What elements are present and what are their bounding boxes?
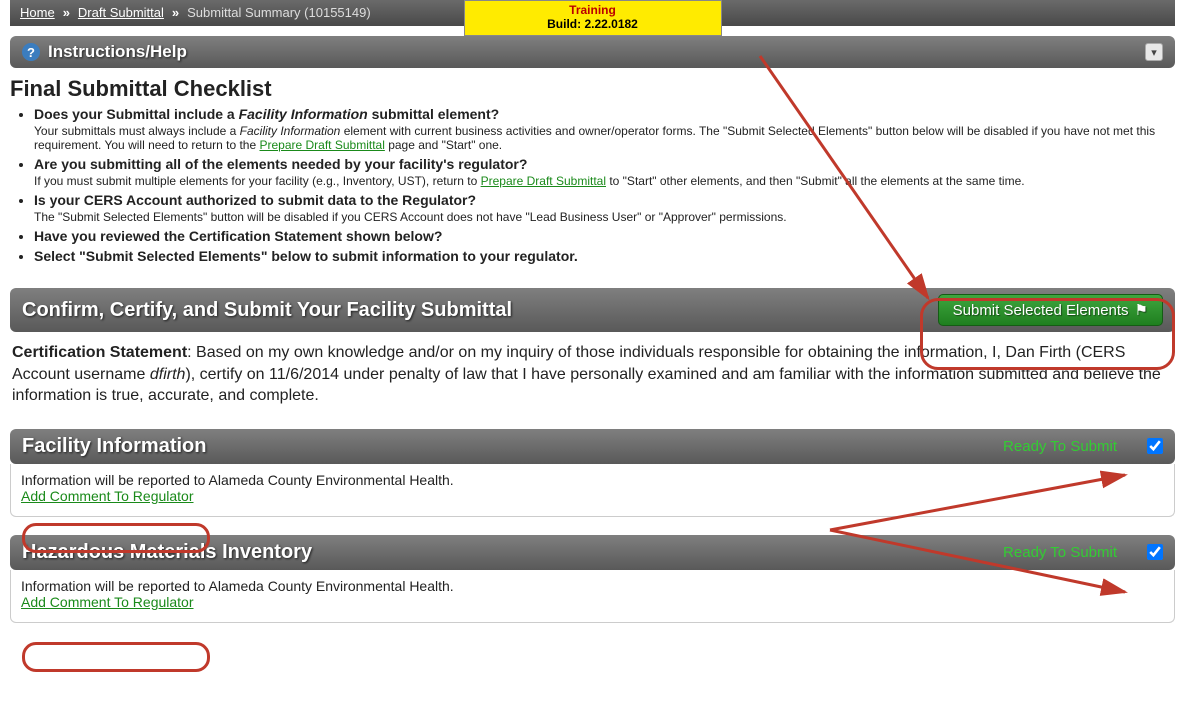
status-badge: Ready To Submit <box>1003 438 1117 455</box>
cert-username: dfirth <box>150 366 186 383</box>
text: page and "Start" one. <box>385 138 502 152</box>
annotation-circle <box>22 642 210 672</box>
add-comment-to-regulator-link[interactable]: Add Comment To Regulator <box>21 488 194 504</box>
checklist-item: Are you submitting all of the elements n… <box>34 156 1175 188</box>
cert-label: Certification Statement <box>12 344 187 361</box>
instructions-header: ? Instructions/Help ▾ <box>10 36 1175 68</box>
text: Does your Submittal include a <box>34 106 239 122</box>
checklist-item: Does your Submittal include a Facility I… <box>34 106 1175 152</box>
checklist-item: Select "Submit Selected Elements" below … <box>34 248 1175 264</box>
breadcrumb-draft-submittal[interactable]: Draft Submittal <box>78 0 164 26</box>
hazmat-inventory-checkbox[interactable] <box>1147 544 1163 560</box>
checklist-question: Select "Submit Selected Elements" below … <box>34 248 1175 264</box>
text-italic: Facility Information <box>239 106 368 122</box>
status-badge: Ready To Submit <box>1003 544 1117 561</box>
facility-information-body: Information will be reported to Alameda … <box>10 464 1175 517</box>
checklist-item: Have you reviewed the Certification Stat… <box>34 228 1175 244</box>
button-label: Submit Selected Elements <box>953 302 1129 319</box>
collapse-button[interactable]: ▾ <box>1145 43 1163 61</box>
confirm-header: Confirm, Certify, and Submit Your Facili… <box>10 288 1175 332</box>
text: ), certify on 11/6/2014 under penalty of… <box>12 366 1161 405</box>
checklist-question: Is your CERS Account authorized to submi… <box>34 192 1175 208</box>
report-text: Information will be reported to Alameda … <box>21 578 1164 594</box>
checklist-question: Have you reviewed the Certification Stat… <box>34 228 1175 244</box>
facility-information-title: Facility Information <box>22 435 206 458</box>
add-comment-to-regulator-link[interactable]: Add Comment To Regulator <box>21 594 194 610</box>
prepare-draft-submittal-link[interactable]: Prepare Draft Submittal <box>259 138 384 152</box>
facility-information-header: Facility Information Ready To Submit <box>10 429 1175 464</box>
chevron-right-icon: » <box>172 0 179 26</box>
text: to "Start" other elements, and then "Sub… <box>606 174 1025 188</box>
confirm-title: Confirm, Certify, and Submit Your Facili… <box>22 299 512 322</box>
checklist: Does your Submittal include a Facility I… <box>34 106 1175 264</box>
hazmat-inventory-title: Hazardous Materials Inventory <box>22 541 312 564</box>
chevron-right-icon: » <box>63 0 70 26</box>
breadcrumb-current: Submittal Summary (10155149) <box>187 0 371 26</box>
submit-selected-elements-button[interactable]: Submit Selected Elements <box>938 294 1163 326</box>
hazmat-inventory-body: Information will be reported to Alameda … <box>10 570 1175 623</box>
checklist-question: Are you submitting all of the elements n… <box>34 156 1175 172</box>
instructions-title: Instructions/Help <box>48 42 187 62</box>
build-label: Build: 2.22.0182 <box>485 17 701 31</box>
certification-statement: Certification Statement: Based on my own… <box>12 342 1173 407</box>
report-text: Information will be reported to Alameda … <box>21 472 1164 488</box>
facility-information-checkbox[interactable] <box>1147 438 1163 454</box>
prepare-draft-submittal-link[interactable]: Prepare Draft Submittal <box>481 174 606 188</box>
text-italic: Facility Information <box>240 124 341 138</box>
hazmat-inventory-header: Hazardous Materials Inventory Ready To S… <box>10 535 1175 570</box>
checklist-heading: Final Submittal Checklist <box>10 76 1175 102</box>
checklist-answer: The "Submit Selected Elements" button wi… <box>34 210 1175 224</box>
text: submittal element? <box>368 106 499 122</box>
help-icon: ? <box>22 43 40 61</box>
breadcrumb-home[interactable]: Home <box>20 0 55 26</box>
training-label: Training <box>485 3 701 17</box>
checklist-item: Is your CERS Account authorized to submi… <box>34 192 1175 224</box>
flag-icon <box>1135 301 1148 319</box>
text: If you must submit multiple elements for… <box>34 174 481 188</box>
training-banner: Training Build: 2.22.0182 <box>464 0 722 36</box>
text: Your submittals must always include a <box>34 124 240 138</box>
